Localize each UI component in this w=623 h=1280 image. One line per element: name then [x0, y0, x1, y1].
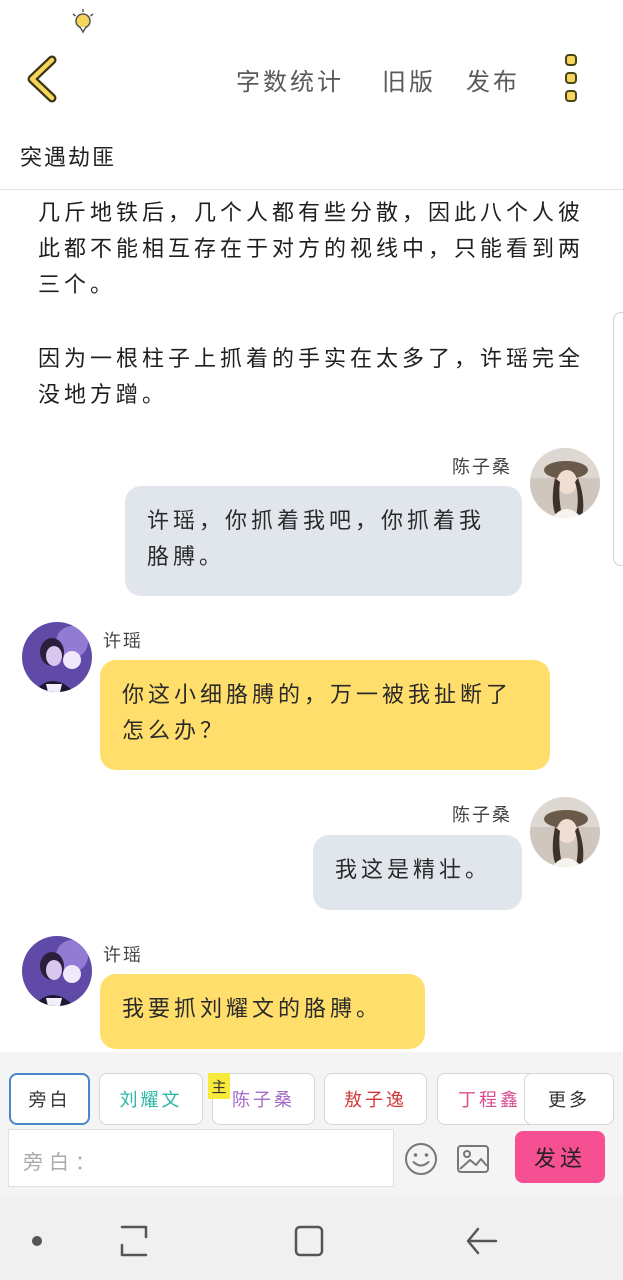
avatar-xu-yao[interactable] — [22, 622, 92, 692]
main-role-badge: 主 — [208, 1073, 230, 1099]
nav-back-icon[interactable] — [462, 1221, 502, 1261]
narration-paragraph: 因为一根柱子上抓着的手实在太多了，许瑶完全没地方蹭。 — [38, 347, 585, 408]
avatar-xu-yao[interactable] — [22, 936, 92, 1006]
message-input[interactable]: 旁白： — [8, 1129, 394, 1187]
lightbulb-icon — [72, 9, 94, 34]
role-chip-ao-ziyi[interactable]: 敖子逸 — [324, 1073, 427, 1125]
narration-paragraph: 几斤地铁后，几个人都有些分散，因此八个人彼此都不能相互存在于对方的视线中，只能看… — [38, 201, 585, 298]
story-title: 突遇劫匪 — [20, 146, 117, 171]
scroll-handle[interactable] — [613, 312, 623, 566]
back-arrow-icon[interactable] — [20, 52, 64, 106]
nav-dot-icon[interactable] — [17, 1221, 57, 1261]
title-divider — [0, 189, 623, 190]
speaker-name: 许瑶 — [103, 945, 143, 966]
role-chip-liu-yaowen[interactable]: 刘耀文 — [99, 1073, 203, 1125]
image-icon[interactable] — [455, 1141, 491, 1177]
emoji-icon[interactable] — [403, 1141, 439, 1177]
message-bubble: 我这是精壮。 — [313, 835, 522, 910]
home-icon[interactable] — [289, 1221, 329, 1261]
message-bubble: 我要抓刘耀文的胳膊。 — [100, 974, 425, 1049]
more-dots-icon[interactable] — [556, 52, 590, 106]
speaker-name: 陈子桑 — [452, 457, 512, 478]
recent-apps-icon[interactable] — [114, 1221, 154, 1261]
avatar-chen-zisang[interactable] — [530, 797, 600, 867]
role-chip-narrator[interactable]: 旁白 — [9, 1073, 90, 1125]
publish-button[interactable]: 发布 — [466, 62, 520, 97]
avatar-chen-zisang[interactable] — [530, 448, 600, 518]
old-version-button[interactable]: 旧版 — [382, 62, 436, 97]
message-bubble: 许瑶，你抓着我吧，你抓着我胳膊。 — [125, 486, 522, 596]
word-count-button[interactable]: 字数统计 — [236, 62, 344, 97]
speaker-name: 许瑶 — [103, 631, 143, 652]
more-roles-button[interactable]: 更多 — [524, 1073, 614, 1125]
speaker-name: 陈子桑 — [452, 805, 512, 826]
send-button[interactable]: 发送 — [515, 1131, 605, 1183]
message-bubble: 你这小细胳膊的，万一被我扯断了怎么办？ — [100, 660, 550, 770]
